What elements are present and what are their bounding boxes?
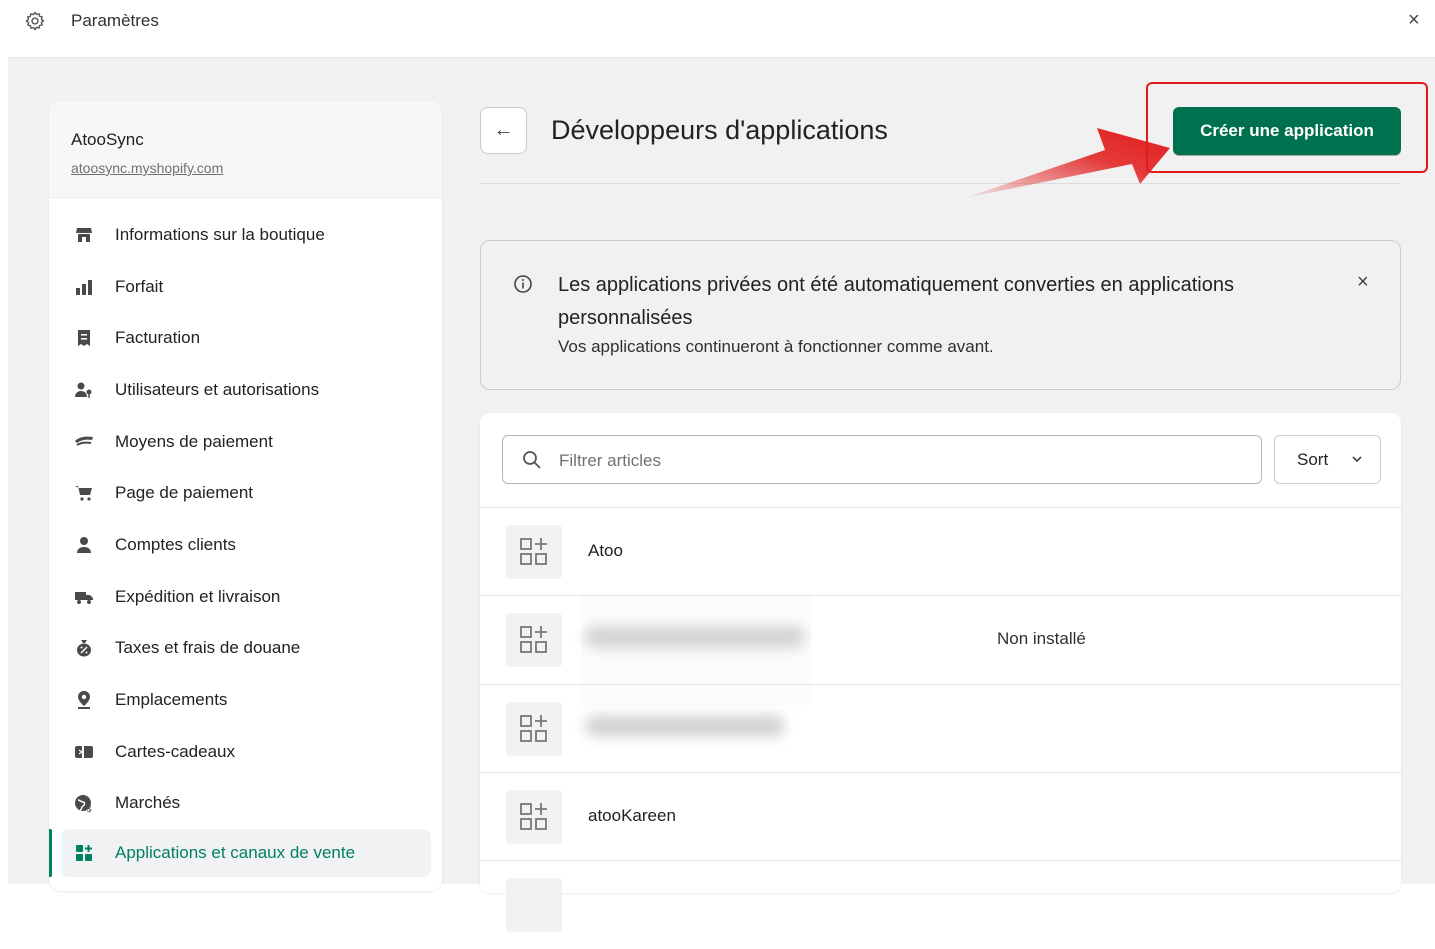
- sidebar-item-label: Emplacements: [115, 690, 228, 710]
- info-banner: Les applications privées ont été automat…: [480, 240, 1401, 390]
- app-row[interactable]: Atoo: [480, 507, 1401, 596]
- sidebar-item-label: Expédition et livraison: [115, 586, 281, 606]
- back-button[interactable]: ←: [480, 107, 527, 154]
- plan-icon: [73, 276, 95, 298]
- sidebar-item-label: Facturation: [115, 328, 201, 348]
- cart-icon: [73, 482, 95, 504]
- app-add-icon: [506, 525, 562, 579]
- payment-icon: [73, 431, 95, 453]
- person-icon: [73, 534, 95, 556]
- truck-icon: [73, 586, 95, 608]
- apps-icon: [73, 842, 95, 864]
- store-icon: [73, 224, 95, 246]
- redacted-app-name: [585, 715, 785, 737]
- create-app-button[interactable]: Créer une application: [1173, 107, 1401, 155]
- sidebar-item-plan[interactable]: Forfait: [49, 261, 442, 313]
- sidebar-item-label: Utilisateurs et autorisations: [115, 379, 320, 399]
- page-title: Développeurs d'applications: [551, 115, 888, 145]
- app-name: Atoo: [588, 541, 623, 560]
- apps-list-card: Sort Atoo Non installé atooKareen: [480, 413, 1401, 932]
- sidebar-item-checkout[interactable]: Page de paiement: [49, 467, 442, 519]
- sidebar-item-payments[interactable]: Moyens de paiement: [49, 416, 442, 468]
- settings-title: Paramètres: [71, 11, 159, 30]
- svg-text:$: $: [87, 805, 92, 813]
- app-row[interactable]: [480, 860, 1401, 949]
- sidebar-item-label: Marchés: [115, 793, 181, 813]
- app-add-icon: [506, 613, 562, 667]
- annotation-arrow: [965, 128, 1170, 198]
- dismiss-banner-button[interactable]: ×: [1357, 271, 1369, 294]
- sort-button[interactable]: Sort: [1274, 435, 1381, 484]
- location-icon: [73, 689, 95, 711]
- app-add-icon: [506, 878, 562, 932]
- close-settings-button[interactable]: ×: [1408, 9, 1420, 32]
- gear-icon: [25, 11, 45, 31]
- app-add-icon: [506, 790, 562, 844]
- sidebar-item-label: Taxes et frais de douane: [115, 638, 301, 658]
- tax-icon: [73, 637, 95, 659]
- store-url-link[interactable]: atoosync.myshopify.com: [71, 160, 223, 176]
- sidebar-item-label: Page de paiement: [115, 483, 253, 503]
- globe-icon: $: [73, 792, 95, 814]
- redacted-app-name: [585, 626, 805, 648]
- sidebar-item-markets[interactable]: $ Marchés: [49, 778, 442, 830]
- sidebar-item-gift-cards[interactable]: Cartes-cadeaux: [49, 726, 442, 778]
- sidebar-item-shipping[interactable]: Expédition et livraison: [49, 571, 442, 623]
- chevron-down-icon: [1352, 456, 1362, 463]
- app-add-icon: [506, 702, 562, 756]
- sidebar-item-billing[interactable]: Facturation: [49, 312, 442, 364]
- sidebar-item-customer-accounts[interactable]: Comptes clients: [49, 519, 442, 571]
- sidebar-item-label: Moyens de paiement: [115, 431, 273, 451]
- app-row[interactable]: Non installé: [480, 595, 1401, 684]
- sort-label: Sort: [1297, 449, 1329, 469]
- settings-topbar: Paramètres ×: [0, 0, 1435, 44]
- sidebar-item-users[interactable]: Utilisateurs et autorisations: [49, 364, 442, 416]
- sidebar-item-label: Cartes-cadeaux: [115, 741, 236, 761]
- app-status: Non installé: [997, 629, 1086, 648]
- sidebar-item-apps[interactable]: Applications et canaux de vente: [49, 829, 431, 878]
- app-row[interactable]: [480, 684, 1401, 773]
- sidebar-item-locations[interactable]: Emplacements: [49, 674, 442, 726]
- users-icon: [73, 379, 95, 401]
- search-icon: [523, 451, 541, 469]
- settings-sidebar: AtooSync atoosync.myshopify.com Informat…: [49, 101, 442, 891]
- banner-subtitle: Vos applications continueront à fonction…: [558, 337, 994, 356]
- redaction-panel: [581, 685, 811, 705]
- sidebar-item-taxes[interactable]: Taxes et frais de douane: [49, 623, 442, 675]
- sidebar-item-store-info[interactable]: Informations sur la boutique: [49, 209, 442, 261]
- sidebar-item-label: Informations sur la boutique: [115, 224, 325, 244]
- sidebar-item-label: Forfait: [115, 276, 164, 296]
- filter-input[interactable]: [557, 446, 1241, 476]
- store-info: AtooSync atoosync.myshopify.com: [49, 101, 442, 198]
- info-icon: [514, 275, 532, 293]
- app-name: atooKareen: [588, 806, 676, 825]
- header-divider: [480, 183, 1400, 184]
- app-row[interactable]: atooKareen: [480, 772, 1401, 861]
- arrow-left-icon: ←: [493, 119, 514, 141]
- filter-field[interactable]: [502, 435, 1262, 484]
- sidebar-item-label: Applications et canaux de vente: [115, 843, 356, 863]
- gift-card-icon: [73, 741, 95, 763]
- sidebar-item-label: Comptes clients: [115, 534, 236, 554]
- receipt-icon: [73, 327, 95, 349]
- settings-nav: Informations sur la boutique Forfait Fac…: [49, 209, 442, 878]
- store-name: AtooSync: [71, 130, 144, 149]
- banner-title: Les applications privées ont été automat…: [558, 274, 1234, 329]
